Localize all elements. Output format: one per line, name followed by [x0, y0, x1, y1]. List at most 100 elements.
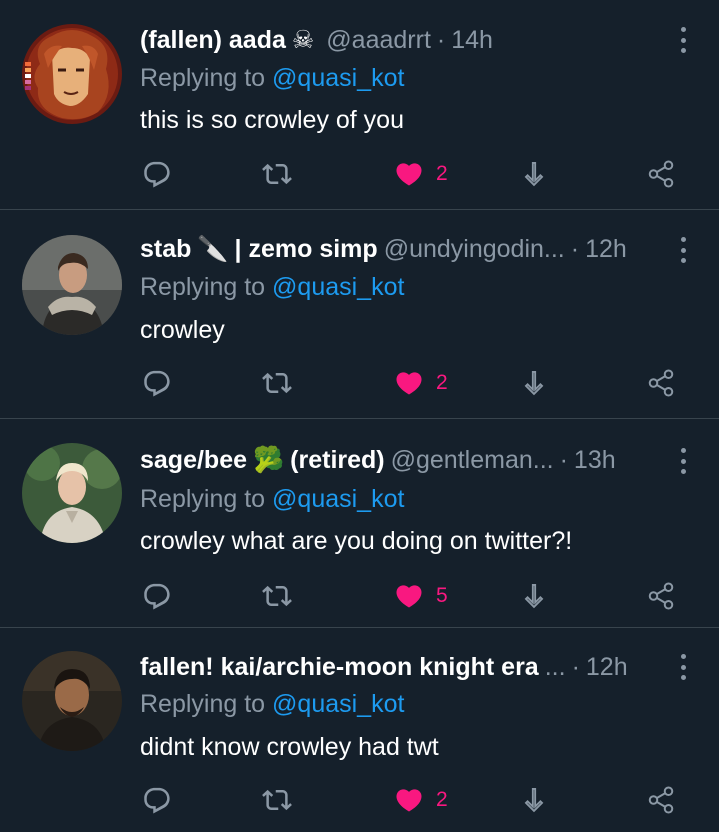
user-handle[interactable]: @aaadrrt: [326, 26, 431, 55]
share-button[interactable]: [520, 780, 548, 820]
avatar[interactable]: [22, 235, 122, 335]
separator-dot: ·: [570, 234, 580, 263]
replying-mention-link[interactable]: @quasi_kot: [272, 485, 404, 513]
replying-to: Replying to @quasi_kot: [140, 690, 404, 719]
tweet-text: this is so crowley of you: [140, 106, 404, 134]
tweet-actions: 2: [140, 780, 689, 820]
user-handle[interactable]: @undyingodin...: [384, 235, 565, 264]
replying-mention-link[interactable]: @quasi_kot: [272, 273, 404, 301]
timestamp[interactable]: 13h: [574, 446, 616, 475]
retweet-icon: [262, 585, 292, 607]
tweet-reply[interactable]: fallen! kai/archie-moon knight era ... ·…: [0, 628, 719, 832]
share-network-icon: [648, 369, 674, 397]
heart-icon: [396, 372, 422, 395]
tweet-text: crowley: [140, 316, 225, 344]
share-network-icon: [648, 582, 674, 610]
timestamp[interactable]: 14h: [451, 26, 493, 55]
share-network-icon: [648, 786, 674, 814]
user-handle[interactable]: @gentleman...: [391, 446, 554, 475]
retweet-button[interactable]: [262, 780, 292, 820]
retweet-icon: [262, 163, 292, 185]
tweet-actions: 5: [140, 576, 689, 616]
more-vertical-icon[interactable]: [677, 27, 689, 53]
replying-mention-link[interactable]: @quasi_kot: [272, 690, 404, 718]
like-button[interactable]: 2: [394, 780, 448, 820]
tweet-text: crowley what are you doing on twitter?!: [140, 527, 573, 555]
more-vertical-icon[interactable]: [677, 237, 689, 263]
share-arrow-down-icon: [524, 370, 544, 396]
tweet-header: stab 🔪 | zemo simp @undyingodin... · 12h: [140, 233, 659, 265]
share-network-button[interactable]: [646, 154, 676, 194]
heart-icon: [396, 585, 422, 608]
tweet-reply[interactable]: (fallen) aada ☠ @aaadrrt · 14h Replying …: [0, 0, 719, 210]
avatar-photo: [22, 443, 122, 543]
share-arrow-down-icon: [524, 787, 544, 813]
share-button[interactable]: [520, 576, 548, 616]
share-arrow-down-icon: [524, 161, 544, 187]
share-network-icon: [648, 160, 674, 188]
retweet-button[interactable]: [262, 576, 292, 616]
share-network-button[interactable]: [646, 363, 676, 403]
replying-mention-link[interactable]: @quasi_kot: [272, 64, 404, 92]
share-network-button[interactable]: [646, 576, 676, 616]
tweet-actions: 2: [140, 363, 689, 403]
reply-bubble-icon: [144, 370, 170, 397]
heart-icon: [396, 163, 422, 186]
retweet-icon: [262, 372, 292, 394]
display-name[interactable]: sage/bee: [140, 446, 247, 475]
replying-to: Replying to @quasi_kot: [140, 485, 404, 514]
share-button[interactable]: [520, 154, 548, 194]
display-name[interactable]: (fallen) aada: [140, 26, 286, 55]
replying-prefix: Replying to: [140, 485, 266, 513]
reply-button[interactable]: [142, 780, 172, 820]
avatar[interactable]: [22, 443, 122, 543]
separator-dot: ·: [436, 25, 446, 54]
tweet-reply[interactable]: stab 🔪 | zemo simp @undyingodin... · 12h…: [0, 210, 719, 419]
like-button[interactable]: 5: [394, 576, 448, 616]
timestamp[interactable]: 12h: [585, 235, 627, 264]
like-count: 5: [436, 584, 448, 607]
user-handle-truncated[interactable]: ...: [545, 653, 566, 682]
replying-to: Replying to @quasi_kot: [140, 64, 404, 93]
reply-bubble-icon: [144, 161, 170, 188]
like-button[interactable]: 2: [394, 363, 448, 403]
reply-button[interactable]: [142, 576, 172, 616]
tweet-reply[interactable]: sage/bee 🥦 (retired) @gentleman... · 13h…: [0, 419, 719, 628]
reply-bubble-icon: [144, 787, 170, 814]
timestamp[interactable]: 12h: [586, 653, 628, 682]
avatar[interactable]: [22, 651, 122, 751]
tweet-actions: 2: [140, 154, 689, 194]
avatar-photo: [22, 235, 122, 335]
replying-to: Replying to @quasi_kot: [140, 273, 404, 302]
share-button[interactable]: [520, 363, 548, 403]
separator-dot: ·: [559, 445, 568, 474]
tweet-header: fallen! kai/archie-moon knight era ... ·…: [140, 651, 659, 683]
display-name-suffix[interactable]: (retired): [290, 446, 384, 475]
reply-bubble-icon: [144, 583, 170, 610]
separator-dot: ·: [571, 652, 580, 681]
more-vertical-icon[interactable]: [677, 654, 689, 680]
share-arrow-down-icon: [524, 583, 544, 609]
replying-prefix: Replying to: [140, 273, 266, 301]
display-name[interactable]: stab: [140, 235, 191, 264]
retweet-button[interactable]: [262, 154, 292, 194]
skull-crossbones-emoji: ☠: [291, 26, 315, 54]
reply-button[interactable]: [142, 363, 172, 403]
like-count: 2: [436, 371, 448, 394]
like-button[interactable]: 2: [394, 154, 448, 194]
avatar-illustration: [22, 24, 122, 124]
display-name[interactable]: fallen! kai/archie-moon knight era: [140, 653, 539, 682]
share-network-button[interactable]: [646, 780, 676, 820]
tweet-header: sage/bee 🥦 (retired) @gentleman... · 13h: [140, 444, 659, 476]
knife-emoji: 🔪: [197, 234, 229, 263]
like-count: 2: [436, 162, 448, 185]
more-vertical-icon[interactable]: [677, 448, 689, 474]
avatar[interactable]: [22, 24, 122, 124]
reply-button[interactable]: [142, 154, 172, 194]
like-count: 2: [436, 788, 448, 811]
avatar-photo: [22, 651, 122, 751]
replying-prefix: Replying to: [140, 690, 266, 718]
retweet-button[interactable]: [262, 363, 292, 403]
display-name-suffix[interactable]: | zemo simp: [235, 235, 378, 264]
replying-prefix: Replying to: [140, 64, 266, 92]
